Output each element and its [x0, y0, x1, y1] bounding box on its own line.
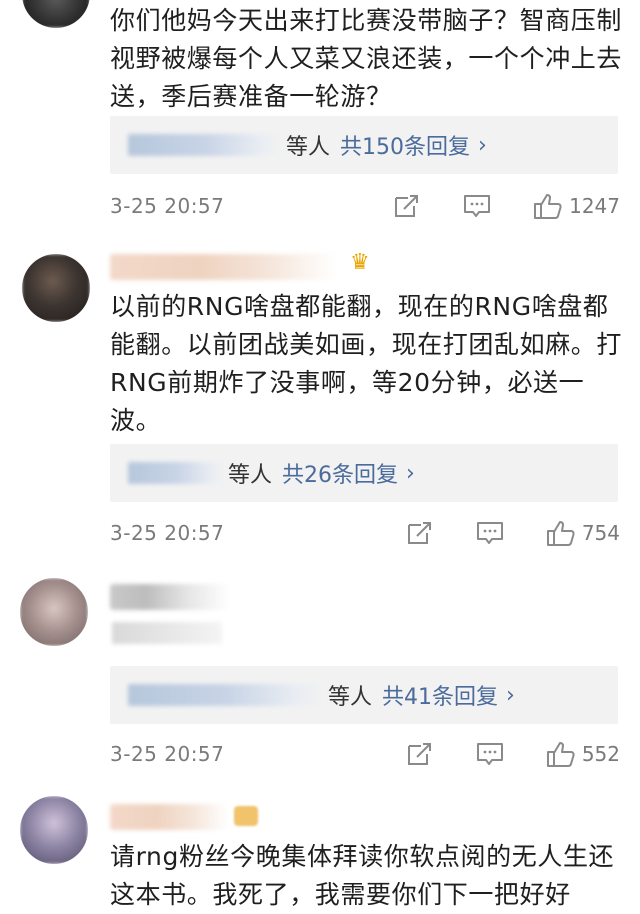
reply-usernames: [128, 134, 284, 156]
reply-usernames: [128, 684, 326, 706]
chevron-right-icon: ›: [478, 132, 487, 158]
reply-count-link[interactable]: 共150条回复: [340, 129, 470, 161]
comment-text: 你们他妈今天出来打比赛没带脑子？智商压制视野被爆每个人又菜又浪还装，一个个冲上去…: [110, 6, 623, 111]
comment-meta: 3-25 20:57 552: [110, 736, 620, 772]
timestamp: 3-25 20:57: [110, 742, 225, 766]
avatar[interactable]: [22, 0, 90, 28]
thumbs-up-icon[interactable]: [533, 192, 563, 220]
reply-count-link[interactable]: 共26条回复: [282, 457, 398, 489]
chevron-right-icon: ›: [406, 460, 415, 486]
reply-summary[interactable]: 等人 共150条回复 ›: [110, 116, 618, 174]
reply-count-link[interactable]: 共41条回复: [382, 679, 498, 711]
avatar[interactable]: [20, 578, 88, 646]
comment-icon[interactable]: [476, 741, 504, 767]
share-icon[interactable]: [406, 520, 434, 546]
blurred-comment-text: [112, 622, 222, 644]
like-count: 754: [581, 521, 620, 545]
comment-meta: 3-25 20:57 1247: [110, 188, 620, 224]
timestamp: 3-25 20:57: [110, 521, 225, 545]
avatar[interactable]: [22, 254, 90, 322]
like-count: 552: [581, 742, 620, 766]
thumbs-up-icon[interactable]: [546, 519, 576, 547]
like-count: 1247: [569, 194, 620, 218]
timestamp: 3-25 20:57: [110, 194, 225, 218]
reply-usernames: [128, 462, 226, 484]
chevron-right-icon: ›: [506, 682, 515, 708]
username-blurred[interactable]: [110, 254, 336, 280]
comment-icon[interactable]: [463, 193, 491, 219]
username-blurred[interactable]: [110, 804, 228, 830]
reply-summary[interactable]: 等人 共41条回复 ›: [110, 666, 618, 724]
comment-meta: 3-25 20:57 754: [110, 515, 620, 551]
crown-icon: ♛: [350, 250, 370, 275]
username-blurred[interactable]: [110, 584, 230, 610]
share-icon[interactable]: [393, 193, 421, 219]
badge-icon: [234, 806, 258, 826]
comment-text: 以前的RNG啥盘都能翻，现在的RNG啥盘都能翻。以前团战美如画，现在打团乱如麻。…: [110, 292, 623, 435]
reply-summary[interactable]: 等人 共26条回复 ›: [110, 444, 618, 502]
comment-icon[interactable]: [476, 520, 504, 546]
share-icon[interactable]: [406, 741, 434, 767]
avatar[interactable]: [20, 796, 88, 864]
comment-text: 请rng粉丝今晚集体拜读你软点阅的无人生还这本书。我死了，我需要你们下一把好好: [110, 842, 615, 909]
thumbs-up-icon[interactable]: [546, 740, 576, 768]
